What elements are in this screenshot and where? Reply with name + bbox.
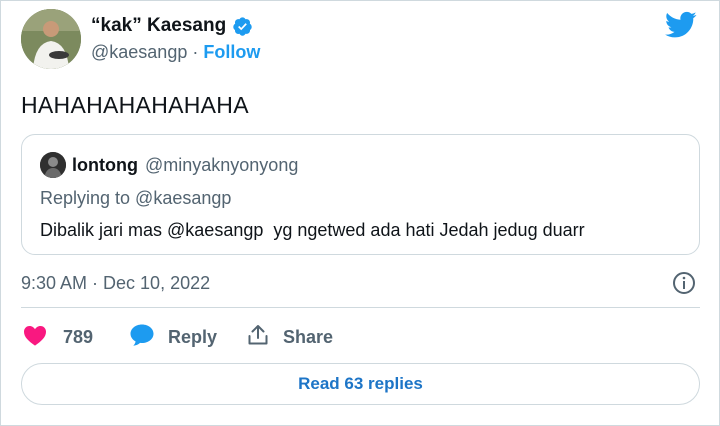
tweet-timestamp[interactable]: 9:30 AM · Dec 10, 2022 — [21, 273, 210, 294]
author-name-row: “kak” Kaesang — [91, 13, 253, 39]
reply-label: Reply — [168, 326, 218, 347]
like-count: 789 — [63, 326, 94, 347]
reply-button[interactable]: Reply — [129, 323, 217, 351]
share-icon — [247, 324, 269, 351]
quoted-avatar[interactable] — [40, 152, 66, 178]
info-icon[interactable] — [672, 271, 696, 295]
quoted-handle[interactable]: @minyaknyonyong — [145, 155, 298, 176]
quoted-name[interactable]: lontong — [72, 155, 138, 176]
author-avatar[interactable] — [21, 9, 81, 69]
share-label: Share — [283, 326, 334, 347]
follow-button[interactable]: Follow — [203, 42, 260, 63]
heart-icon — [23, 324, 47, 351]
separator-dot: · — [192, 42, 199, 62]
author-handle[interactable]: @kaesangp — [91, 42, 187, 63]
divider — [21, 307, 700, 308]
read-replies-button[interactable]: Read 63 replies — [21, 363, 700, 405]
verified-badge-icon — [232, 16, 253, 37]
twitter-bird-icon[interactable] — [664, 11, 697, 39]
replying-to-text: Replying to @kaesangp — [40, 188, 232, 208]
reply-bubble-icon — [129, 323, 155, 352]
share-button[interactable]: Share — [247, 323, 333, 351]
like-button[interactable]: 789 — [23, 323, 93, 351]
quoted-tweet[interactable]: lontong @minyaknyonyong Replying to @kae… — [21, 134, 700, 255]
author-handle-row: @kaesangp · Follow — [91, 42, 260, 63]
author-display-name[interactable]: “kak” Kaesang — [91, 15, 226, 37]
tweet-card: “kak” Kaesang @kaesangp · Follow HAHAHAH… — [0, 0, 720, 426]
tweet-text: HAHAHAHAHAHAHA — [21, 92, 249, 118]
quoted-text: Dibalik jari mas @kaesangp yg ngetwed ad… — [40, 220, 585, 240]
quoted-header: lontong @minyaknyonyong — [40, 152, 298, 178]
